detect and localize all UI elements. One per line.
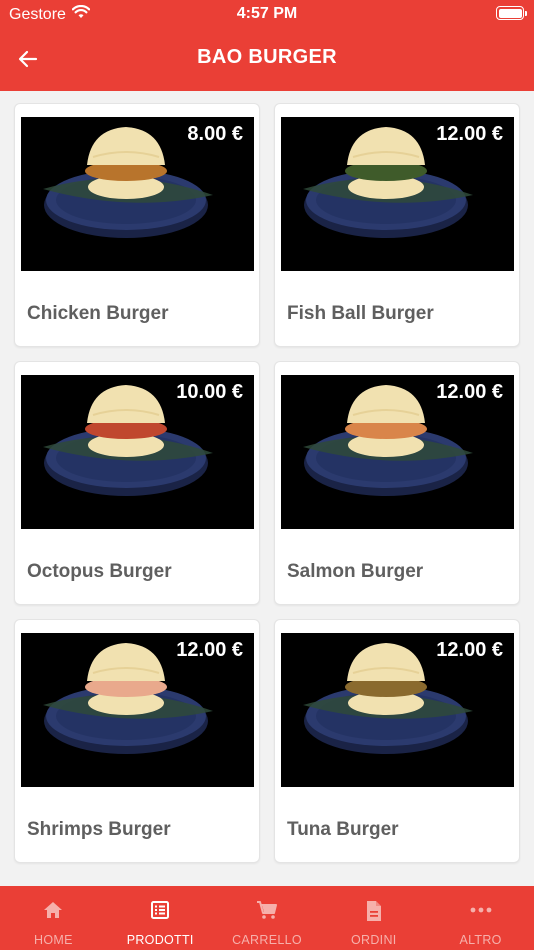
product-price: 12.00 € (436, 639, 503, 661)
home-icon (44, 902, 63, 918)
status-bar: Gestore 4:57 PM (0, 0, 534, 30)
product-price: 12.00 € (176, 639, 243, 661)
document-icon (366, 901, 381, 921)
app-header: Gestore 4:57 PM BAO BURGER (0, 0, 534, 91)
tab-label: CARRELLO (232, 933, 302, 947)
product-name: Fish Ball Burger (287, 303, 434, 324)
tab-altro[interactable]: ALTRO (427, 886, 534, 950)
product-price: 8.00 € (187, 123, 243, 145)
tab-carrello[interactable]: CARRELLO (214, 886, 321, 950)
tab-label: ORDINI (351, 933, 397, 947)
tab-label: ALTRO (459, 933, 502, 947)
tab-label: PRODOTTI (126, 933, 194, 947)
product-price: 10.00 € (176, 381, 243, 403)
product-name: Tuna Burger (287, 819, 399, 840)
product-card[interactable]: 12.00 € Fish Ball Burger (274, 103, 520, 347)
tab-bar: HOME PRODOTTI CARRELLO ORDINI ALTRO (0, 886, 534, 950)
product-name: Shrimps Burger (27, 819, 171, 840)
product-name: Salmon Burger (287, 561, 424, 582)
page-title: BAO BURGER (197, 46, 337, 68)
tab-label: HOME (34, 933, 73, 947)
more-icon (470, 907, 491, 913)
product-price: 12.00 € (436, 123, 503, 145)
product-card[interactable]: 12.00 € Tuna Burger (274, 619, 520, 863)
product-card[interactable]: 10.00 € Octopus Burger (14, 361, 260, 605)
product-card[interactable]: 12.00 € Shrimps Burger (14, 619, 260, 863)
battery-icon (496, 6, 527, 20)
product-card[interactable]: 8.00 € Chicken Burger (14, 103, 260, 347)
clock: 4:57 PM (236, 5, 298, 22)
cart-icon (256, 901, 277, 919)
product-grid: 8.00 € Chicken Burger 12.00 € Fish Ball … (0, 91, 534, 886)
list-icon (151, 901, 170, 919)
product-name: Octopus Burger (27, 561, 172, 582)
product-price: 12.00 € (436, 381, 503, 403)
tab-home[interactable]: HOME (0, 886, 107, 950)
product-name: Chicken Burger (27, 303, 169, 324)
nav-bar: BAO BURGER (0, 30, 534, 86)
tab-prodotti[interactable]: PRODOTTI (107, 886, 214, 950)
tab-ordini[interactable]: ORDINI (320, 886, 427, 950)
product-card[interactable]: 12.00 € Salmon Burger (274, 361, 520, 605)
